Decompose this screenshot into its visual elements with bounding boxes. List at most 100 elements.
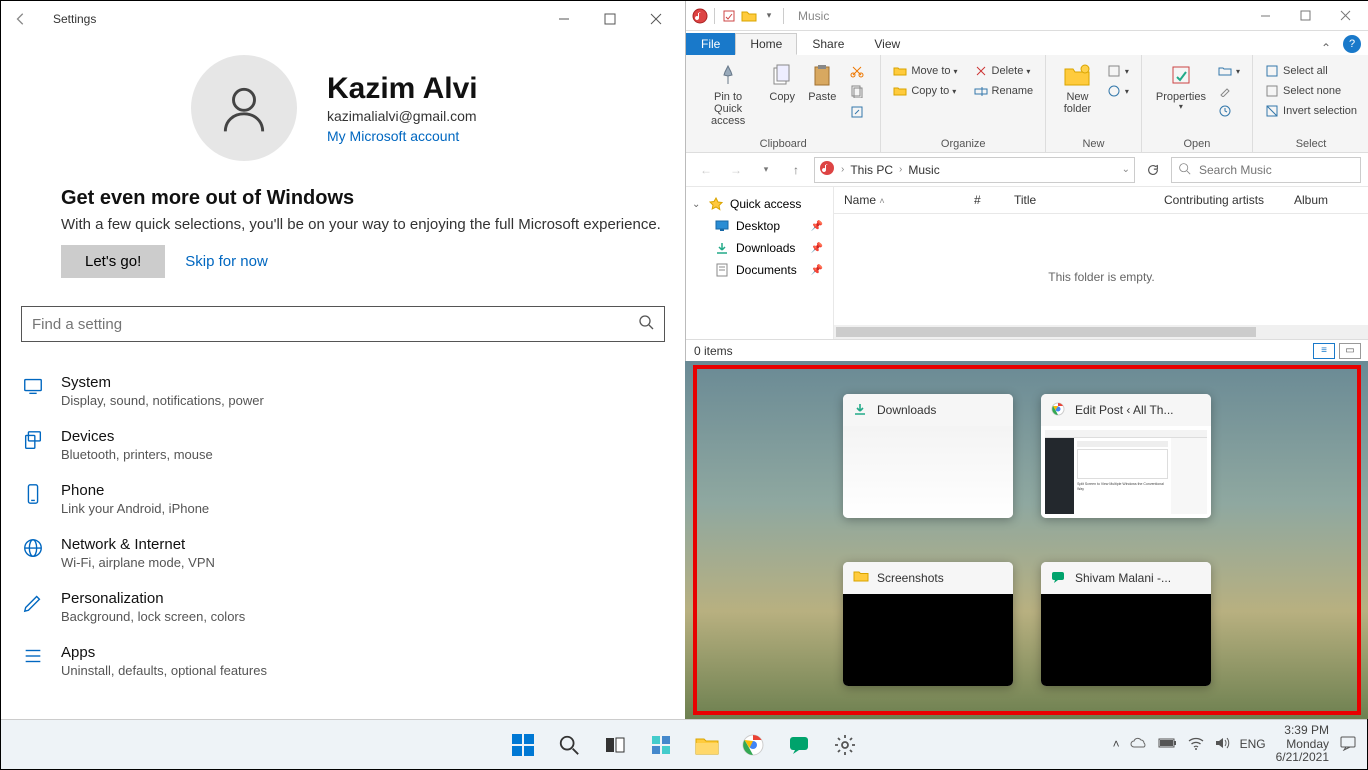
refresh-button[interactable] <box>1141 158 1165 182</box>
new-item-button[interactable]: ▾ <box>1103 63 1133 79</box>
col-name[interactable]: Name ˄ <box>834 193 964 207</box>
explorer-minimize-button[interactable] <box>1245 4 1285 28</box>
explorer-maximize-button[interactable] <box>1285 4 1325 28</box>
pin-icon <box>714 61 742 89</box>
ribbon-collapse-icon[interactable]: ⌃ <box>1313 41 1339 55</box>
open-button[interactable]: ▾ <box>1214 63 1244 79</box>
lets-go-button[interactable]: Let's go! <box>61 245 165 278</box>
nav-up-button[interactable]: ↑ <box>784 158 808 182</box>
snap-tile-chat[interactable]: Shivam Malani -... <box>1041 562 1211 686</box>
settings-taskbar-button[interactable] <box>827 727 863 763</box>
microsoft-account-link[interactable]: My Microsoft account <box>327 128 478 144</box>
snap-tile-edit-post[interactable]: Edit Post ‹ All Th... Split Screen to Vi… <box>1041 394 1211 518</box>
start-button[interactable] <box>505 727 541 763</box>
maximize-button[interactable] <box>587 4 633 34</box>
wifi-icon[interactable] <box>1188 736 1204 753</box>
category-personalization[interactable]: PersonalizationBackground, lock screen, … <box>1 580 685 634</box>
explorer-search-input[interactable] <box>1199 163 1354 177</box>
explorer-close-button[interactable] <box>1325 4 1365 28</box>
language-indicator[interactable]: ENG <box>1240 737 1266 751</box>
tab-home[interactable]: Home <box>735 33 797 55</box>
copy-button[interactable]: Copy <box>762 59 802 105</box>
skip-link[interactable]: Skip for now <box>185 253 268 270</box>
nav-recent-button[interactable]: ▾ <box>754 158 778 182</box>
breadcrumb-this-pc[interactable]: This PC <box>850 163 893 177</box>
new-folder-button[interactable]: New folder <box>1054 59 1101 117</box>
help-icon[interactable]: ? <box>1343 35 1361 53</box>
tab-file[interactable]: File <box>686 33 735 55</box>
nav-downloads[interactable]: Downloads📌 <box>688 237 831 259</box>
icons-view-button[interactable]: ▭ <box>1339 343 1361 359</box>
paste-button[interactable]: Paste <box>802 59 842 105</box>
category-phone[interactable]: PhoneLink your Android, iPhone <box>1 472 685 526</box>
chevron-right-icon[interactable]: › <box>841 164 844 175</box>
volume-icon[interactable] <box>1214 736 1230 753</box>
horizontal-scrollbar[interactable] <box>834 325 1368 339</box>
category-apps[interactable]: AppsUninstall, defaults, optional featur… <box>1 634 685 688</box>
chat-icon <box>1051 570 1067 586</box>
invert-selection-button[interactable]: Invert selection <box>1261 103 1361 119</box>
nav-desktop[interactable]: Desktop📌 <box>688 215 831 237</box>
explorer-search[interactable] <box>1171 157 1361 183</box>
back-button[interactable] <box>7 5 35 33</box>
snap-tile-downloads[interactable]: Downloads <box>843 394 1013 518</box>
category-devices[interactable]: DevicesBluetooth, printers, mouse <box>1 418 685 472</box>
clock[interactable]: 3:39 PM Monday 6/21/2021 <box>1276 724 1329 765</box>
pin-icon: 📌 <box>811 243 823 254</box>
history-button[interactable] <box>1214 103 1244 119</box>
nav-documents[interactable]: Documents📌 <box>688 259 831 281</box>
select-none-button[interactable]: Select none <box>1261 83 1361 99</box>
copy-to-button[interactable]: Copy to▾ <box>889 83 961 99</box>
col-title[interactable]: Title <box>1004 193 1154 207</box>
qat-dropdown-icon[interactable]: ▾ <box>759 6 779 26</box>
details-view-button[interactable]: ≡ <box>1313 343 1335 359</box>
properties-icon <box>1167 61 1195 89</box>
select-all-button[interactable]: Select all <box>1261 63 1361 79</box>
widgets-button[interactable] <box>643 727 679 763</box>
documents-icon <box>714 262 730 278</box>
nav-forward-button[interactable]: → <box>724 158 748 182</box>
breadcrumb-music[interactable]: Music <box>908 163 939 177</box>
pin-icon: 📌 <box>811 221 823 232</box>
copy-path-button[interactable] <box>846 83 872 99</box>
battery-icon[interactable] <box>1158 737 1178 752</box>
explorer-taskbar-button[interactable] <box>689 727 725 763</box>
settings-search-input[interactable] <box>32 316 638 333</box>
search-button[interactable] <box>551 727 587 763</box>
nav-quick-access[interactable]: ⌄ Quick access <box>688 193 831 215</box>
col-artists[interactable]: Contributing artists <box>1154 193 1284 207</box>
col-num[interactable]: # <box>964 193 1004 207</box>
minimize-button[interactable] <box>541 4 587 34</box>
snap-tile-screenshots[interactable]: Screenshots <box>843 562 1013 686</box>
paste-shortcut-button[interactable] <box>846 103 872 119</box>
task-view-button[interactable] <box>597 727 633 763</box>
pin-quick-access-button[interactable]: Pin to Quick access <box>694 59 762 129</box>
chevron-right-icon[interactable]: › <box>899 164 902 175</box>
delete-button[interactable]: Delete▾ <box>970 63 1038 79</box>
chevron-down-icon[interactable]: ⌄ <box>1122 164 1130 175</box>
col-album[interactable]: Album <box>1284 193 1338 207</box>
easy-access-button[interactable]: ▾ <box>1103 83 1133 99</box>
tab-share[interactable]: Share <box>797 33 859 55</box>
chrome-taskbar-button[interactable] <box>735 727 771 763</box>
close-button[interactable] <box>633 4 679 34</box>
action-center-icon[interactable] <box>1339 735 1357 754</box>
qat-properties-icon[interactable] <box>719 6 739 26</box>
move-to-button[interactable]: Move to▾ <box>889 63 961 79</box>
category-network[interactable]: Network & InternetWi-Fi, airplane mode, … <box>1 526 685 580</box>
settings-search[interactable] <box>21 306 665 342</box>
category-system[interactable]: SystemDisplay, sound, notifications, pow… <box>1 364 685 418</box>
onedrive-icon[interactable] <box>1130 737 1148 752</box>
qat-folder-icon[interactable] <box>739 6 759 26</box>
expand-icon[interactable]: ⌄ <box>692 199 702 210</box>
edit-button[interactable] <box>1214 83 1244 99</box>
avatar[interactable] <box>191 55 297 161</box>
nav-back-button[interactable]: ← <box>694 158 718 182</box>
address-bar[interactable]: › This PC › Music ⌄ <box>814 157 1135 183</box>
properties-button[interactable]: Properties▾ <box>1150 59 1212 114</box>
tab-view[interactable]: View <box>859 33 915 55</box>
tray-chevron-icon[interactable]: ˄ <box>1113 737 1120 751</box>
chat-taskbar-button[interactable] <box>781 727 817 763</box>
cut-button[interactable] <box>846 63 872 79</box>
rename-button[interactable]: Rename <box>970 83 1038 99</box>
